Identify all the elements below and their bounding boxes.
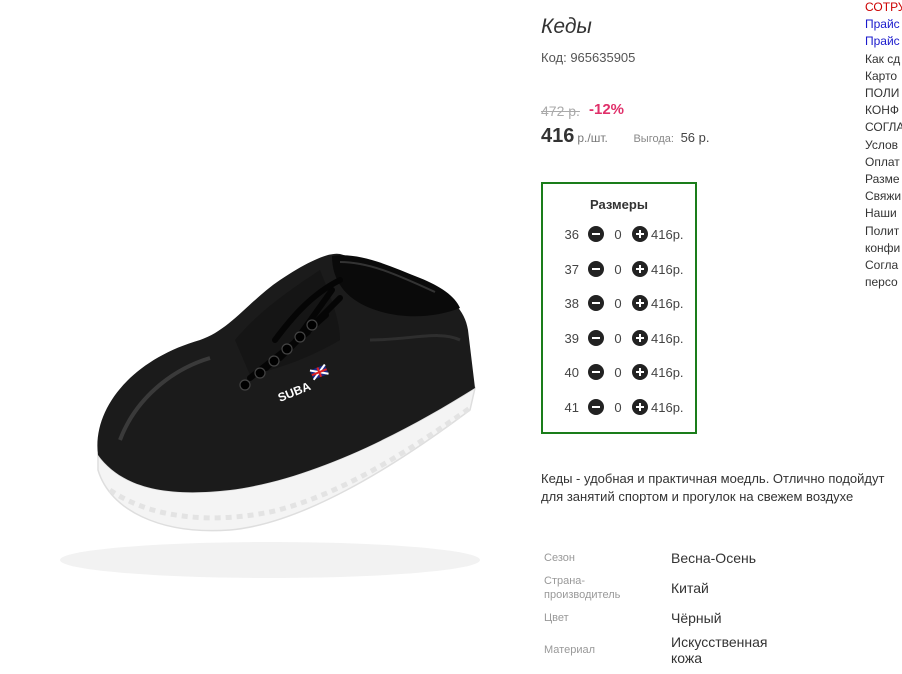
size-label: 37	[564, 261, 579, 277]
decrease-qty-button[interactable]	[588, 399, 604, 415]
side-menu-item[interactable]: Услов	[865, 137, 902, 154]
side-menu-item[interactable]: Свяжи	[865, 188, 902, 205]
sizes-title: Размеры	[590, 197, 648, 212]
size-label: 38	[564, 295, 579, 311]
spec-value-material: Искусственная кожа	[671, 634, 768, 666]
size-price: 416р.	[651, 399, 684, 415]
qty-value: 0	[614, 226, 622, 242]
benefit-value: 56 р.	[680, 130, 710, 145]
spec-label-season: Сезон	[544, 552, 575, 564]
increase-qty-button[interactable]	[632, 295, 648, 311]
product-title: Кеды	[541, 15, 592, 38]
side-menu-item[interactable]: Согла	[865, 257, 902, 274]
size-row: 37 0 416р.	[543, 259, 691, 279]
size-label: 40	[564, 364, 579, 380]
size-row: 41 0 416р.	[543, 397, 691, 417]
benefit-label: Выгода:	[633, 133, 674, 145]
decrease-qty-button[interactable]	[588, 261, 604, 277]
decrease-qty-button[interactable]	[588, 295, 604, 311]
size-price: 416р.	[651, 330, 684, 346]
size-label: 39	[564, 330, 579, 346]
price-unit: р./шт.	[577, 131, 608, 145]
discount-badge: -12%	[589, 101, 625, 118]
decrease-qty-button[interactable]	[588, 330, 604, 346]
increase-qty-button[interactable]	[632, 364, 648, 380]
sizes-panel: Размеры 36 0 416р. 37 0 416р. 38 0 416р.…	[541, 182, 697, 434]
size-price: 416р.	[651, 226, 684, 242]
size-price: 416р.	[651, 261, 684, 277]
qty-value: 0	[614, 261, 622, 277]
product-image: SUBA	[60, 253, 480, 578]
side-menu-item[interactable]: КОНФ	[865, 102, 902, 119]
qty-value: 0	[614, 330, 622, 346]
size-price: 416р.	[651, 364, 684, 380]
size-row: 36 0 416р.	[543, 224, 691, 244]
spec-value-season: Весна-Осень	[671, 550, 757, 566]
side-menu-item[interactable]: СОГЛА	[865, 119, 902, 136]
side-menu-item[interactable]: ПОЛИ	[865, 85, 902, 102]
side-menu-item[interactable]: Наши	[865, 205, 902, 222]
size-label: 41	[564, 399, 579, 415]
side-menu-item[interactable]: Разме	[865, 171, 902, 188]
side-menu-item[interactable]: Прайс	[865, 16, 902, 33]
increase-qty-button[interactable]	[632, 226, 648, 242]
increase-qty-button[interactable]	[632, 330, 648, 346]
qty-value: 0	[614, 295, 622, 311]
side-menu-item[interactable]: Как сд	[865, 51, 902, 68]
increase-qty-button[interactable]	[632, 399, 648, 415]
side-menu: СОТРУ Прайс Прайс Как сд Карто ПОЛИ КОНФ…	[865, 0, 902, 291]
side-menu-item[interactable]: СОТРУ	[865, 0, 902, 16]
spec-value-country: Китай	[671, 580, 709, 596]
size-label: 36	[564, 226, 579, 242]
spec-value-color: Чёрный	[671, 610, 722, 626]
side-menu-item[interactable]: конфи	[865, 240, 902, 257]
size-row: 38 0 416р.	[543, 293, 691, 313]
old-price: 472 р.	[541, 103, 580, 119]
price-row: 416 р./шт. Выгода: 56 р.	[541, 125, 710, 148]
decrease-qty-button[interactable]	[588, 226, 604, 242]
size-row: 40 0 416р.	[543, 362, 691, 382]
product-description: Кеды - удобная и практичная моедль. Отли…	[541, 471, 885, 504]
product-code: Код: 965635905	[541, 50, 636, 65]
increase-qty-button[interactable]	[632, 261, 648, 277]
qty-value: 0	[614, 399, 622, 415]
decrease-qty-button[interactable]	[588, 364, 604, 380]
spec-label-material: Материал	[544, 644, 595, 656]
spec-label-country: Страна-производитель	[544, 575, 621, 601]
side-menu-item[interactable]: Оплат	[865, 154, 902, 171]
side-menu-item[interactable]: Прайс	[865, 33, 902, 50]
side-menu-item[interactable]: персо	[865, 274, 902, 291]
qty-value: 0	[614, 364, 622, 380]
side-menu-item[interactable]: Карто	[865, 68, 902, 85]
spec-label-color: Цвет	[544, 612, 569, 624]
side-menu-item[interactable]: Полит	[865, 223, 902, 240]
size-price: 416р.	[651, 295, 684, 311]
current-price: 416	[541, 125, 575, 147]
size-row: 39 0 416р.	[543, 328, 691, 348]
